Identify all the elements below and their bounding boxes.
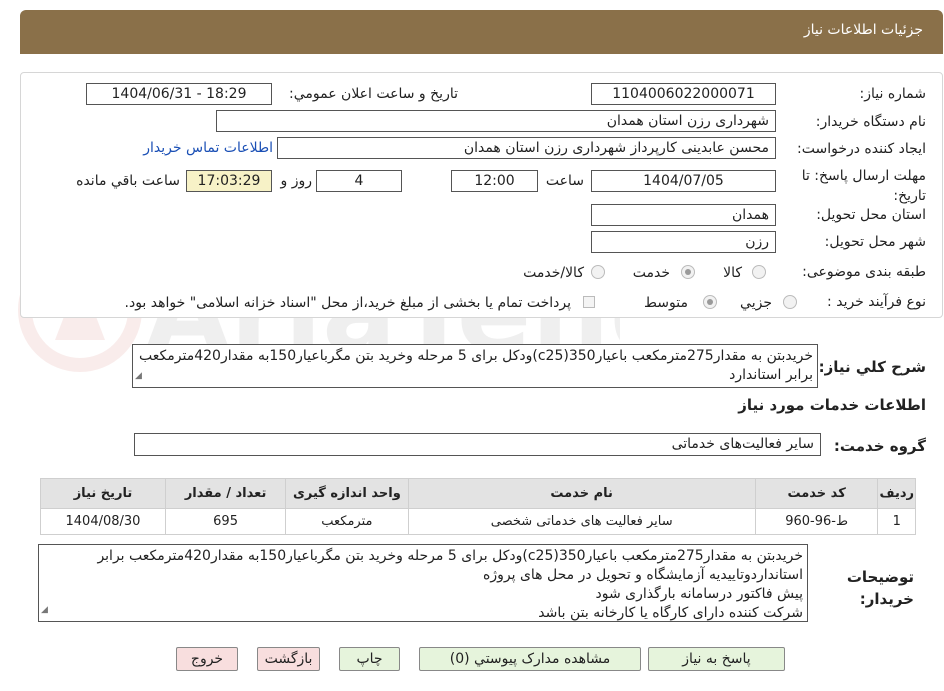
need-number-label: شماره نیاز: (859, 86, 927, 102)
buyer-org-field: شهرداری رزن استان همدان (216, 110, 776, 132)
category-radio-goods-service[interactable] (591, 265, 605, 279)
remaining-time-field: 17:03:29 (186, 170, 272, 192)
process-option-minor: جزيي (740, 295, 772, 311)
cell-service-code: ط-96-960 (754, 508, 879, 535)
summary-text: خریدبتن به مقدار275مترمکعب باعیار350(c25… (139, 348, 813, 383)
table-row: 1 ط-96-960 سایر فعالیت های خدماتی شخصی م… (40, 508, 916, 535)
province-field: همدان (591, 204, 776, 226)
category-option-service: خدمت (632, 265, 670, 281)
col-unit: واحد اندازه گیری (285, 478, 409, 509)
services-section-title: اطلاعات خدمات مورد نياز (738, 396, 926, 414)
page-header: جزئیات اطلاعات نیاز (20, 10, 943, 54)
cell-quantity: 695 (164, 508, 287, 535)
category-option-goods: کالا (723, 265, 742, 281)
table-header-row: رديف کد خدمت نام خدمت واحد اندازه گیری ت… (40, 478, 916, 509)
col-quantity: تعداد / مقدار (164, 478, 287, 509)
deadline-label: مهلت ارسال پاسخ: تا تاریخ: (801, 168, 926, 204)
buyer-notes-line: شرکت کننده دارای کارگاه یا کارخانه بتن ب… (538, 605, 803, 621)
exit-button[interactable]: خروج (176, 647, 238, 671)
remaining-time-label: ساعت باقي مانده (76, 173, 180, 189)
treasury-payment-note: پرداخت تمام یا بخشی از مبلغ خرید،از محل … (124, 295, 571, 311)
buyer-org-label: نام دستگاه خریدار: (815, 114, 926, 130)
process-option-medium: متوسط (644, 295, 688, 311)
treasury-payment-checkbox[interactable] (583, 296, 595, 308)
deadline-time-label: ساعت (545, 173, 584, 189)
deadline-time-field: 12:00 (451, 170, 538, 192)
summary-textarea: خریدبتن به مقدار275مترمکعب باعیار350(c25… (132, 344, 818, 388)
summary-label: شرح کلي نياز: (818, 358, 926, 376)
process-radio-minor[interactable] (783, 295, 797, 309)
cell-unit: مترمکعب (285, 508, 409, 535)
print-button[interactable]: چاپ (339, 647, 400, 671)
buyer-notes-line: پیش فاکتور درسامانه بارگذاری شود (595, 586, 803, 602)
buyer-notes-line: استانداردوتاییدیه آزمایشگاه و تحویل در م… (483, 567, 803, 583)
creator-field: محسن عابدینی کارپرداز شهرداری رزن استان … (277, 137, 776, 159)
announce-label: تاریخ و ساعت اعلان عمومي: (289, 86, 458, 102)
col-service-code: کد خدمت (754, 478, 879, 509)
buyer-notes-line: خریدبتن به مقدار275مترمکعب باعیار350(c25… (97, 548, 803, 564)
service-group-field: سایر فعالیت‌های خدماتی (134, 433, 821, 456)
province-label: استان محل تحویل: (816, 207, 926, 223)
service-group-label: گروه خدمت: (833, 437, 926, 455)
category-radio-goods[interactable] (752, 265, 766, 279)
buyer-notes-label: توضیحات خریدار: (846, 568, 914, 608)
buyer-contact-link[interactable]: اطلاعات تماس خریدار (143, 140, 273, 156)
page-title: جزئیات اطلاعات نیاز (803, 22, 923, 38)
col-service-name: نام خدمت (407, 478, 756, 509)
cell-service-name: سایر فعالیت های خدماتی شخصی (407, 508, 756, 535)
announce-datetime-field: 1404/06/31 - 18:29 (86, 83, 272, 105)
days-label: روز و (280, 173, 313, 189)
creator-label: ایجاد کننده درخواست: (797, 141, 926, 157)
need-number-field: 1104006022000071 (591, 83, 776, 105)
col-row-number: رديف (877, 478, 916, 509)
category-option-goods-service: کالا/خدمت (523, 265, 584, 281)
process-radio-medium[interactable] (703, 295, 717, 309)
view-attachments-button[interactable]: مشاهده مدارک پیوستي (0) (419, 647, 641, 671)
cell-need-date: 1404/08/30 (40, 508, 166, 535)
services-table: رديف کد خدمت نام خدمت واحد اندازه گیری ت… (40, 478, 916, 535)
resize-grip-icon[interactable]: ◢ (135, 367, 142, 386)
city-field: رزن (591, 231, 776, 253)
buyer-notes-textarea: خریدبتن به مقدار275مترمکعب باعیار350(c25… (38, 544, 808, 622)
city-label: شهر محل تحویل: (824, 234, 926, 250)
cell-row-number: 1 (877, 508, 916, 535)
deadline-date-field: 1404/07/05 (591, 170, 776, 192)
reply-button[interactable]: پاسخ به نیاز (648, 647, 785, 671)
col-need-date: تاریخ نیاز (40, 478, 166, 509)
category-radio-service[interactable] (681, 265, 695, 279)
back-button[interactable]: بازگشت (257, 647, 320, 671)
category-label: طبقه بندی موضوعی: (802, 264, 926, 280)
process-label: نوع فرآیند خرید : (827, 294, 926, 310)
resize-grip-icon[interactable]: ◢ (41, 601, 48, 620)
remaining-days-field: 4 (316, 170, 402, 192)
